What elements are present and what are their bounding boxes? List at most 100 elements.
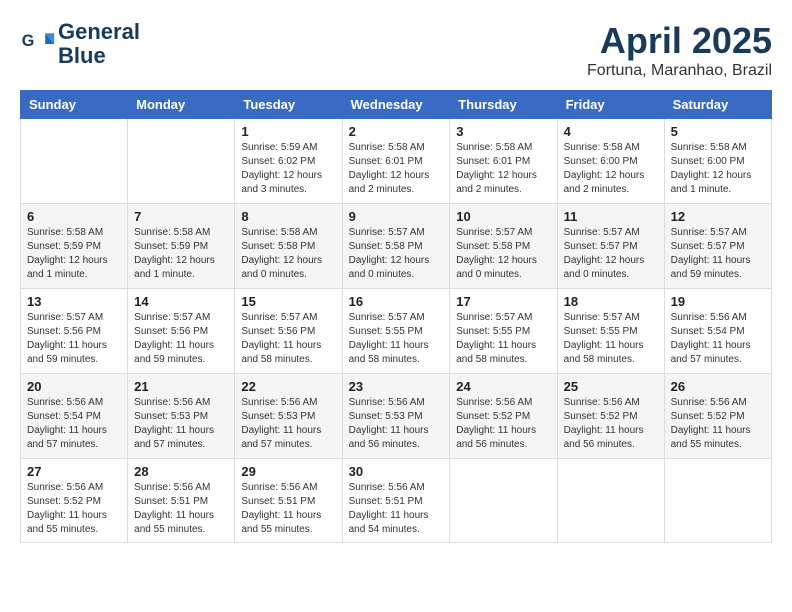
- day-info: Sunrise: 5:57 AM Sunset: 5:56 PM Dayligh…: [134, 311, 228, 367]
- svg-text:G: G: [22, 32, 35, 50]
- day-number: 2: [349, 124, 444, 139]
- logo-icon: G: [20, 26, 56, 62]
- day-number: 22: [241, 379, 335, 394]
- day-info: Sunrise: 5:57 AM Sunset: 5:55 PM Dayligh…: [564, 311, 658, 367]
- day-info: Sunrise: 5:57 AM Sunset: 5:57 PM Dayligh…: [564, 226, 658, 282]
- day-number: 19: [671, 294, 765, 309]
- day-number: 26: [671, 379, 765, 394]
- calendar-cell: 6 Sunrise: 5:58 AM Sunset: 5:59 PM Daylig…: [21, 204, 128, 289]
- day-header-saturday: Saturday: [664, 91, 771, 119]
- logo-line1: General: [58, 20, 140, 44]
- day-number: 3: [456, 124, 550, 139]
- day-header-tuesday: Tuesday: [235, 91, 342, 119]
- calendar-cell: [21, 119, 128, 204]
- month-year: April 2025: [587, 20, 772, 62]
- day-number: 4: [564, 124, 658, 139]
- day-number: 28: [134, 464, 228, 479]
- day-number: 6: [27, 209, 121, 224]
- day-number: 25: [564, 379, 658, 394]
- calendar-table: SundayMondayTuesdayWednesdayThursdayFrid…: [20, 90, 772, 543]
- day-number: 1: [241, 124, 335, 139]
- calendar-cell: 27 Sunrise: 5:56 AM Sunset: 5:52 PM Dayli…: [21, 459, 128, 543]
- day-header-monday: Monday: [128, 91, 235, 119]
- day-number: 16: [349, 294, 444, 309]
- title-block: April 2025 Fortuna, Maranhao, Brazil: [587, 20, 772, 80]
- day-info: Sunrise: 5:58 AM Sunset: 6:01 PM Dayligh…: [349, 141, 444, 197]
- calendar-cell: 1 Sunrise: 5:59 AM Sunset: 6:02 PM Daylig…: [235, 119, 342, 204]
- day-info: Sunrise: 5:57 AM Sunset: 5:58 PM Dayligh…: [456, 226, 550, 282]
- day-number: 15: [241, 294, 335, 309]
- day-number: 29: [241, 464, 335, 479]
- day-info: Sunrise: 5:58 AM Sunset: 5:59 PM Dayligh…: [27, 226, 121, 282]
- day-info: Sunrise: 5:56 AM Sunset: 5:52 PM Dayligh…: [564, 396, 658, 452]
- calendar-cell: 14 Sunrise: 5:57 AM Sunset: 5:56 PM Dayli…: [128, 289, 235, 374]
- calendar-cell: [664, 459, 771, 543]
- location: Fortuna, Maranhao, Brazil: [587, 62, 772, 80]
- day-number: 14: [134, 294, 228, 309]
- calendar-cell: 20 Sunrise: 5:56 AM Sunset: 5:54 PM Dayli…: [21, 374, 128, 459]
- calendar-cell: 5 Sunrise: 5:58 AM Sunset: 6:00 PM Daylig…: [664, 119, 771, 204]
- day-info: Sunrise: 5:56 AM Sunset: 5:53 PM Dayligh…: [349, 396, 444, 452]
- day-info: Sunrise: 5:56 AM Sunset: 5:52 PM Dayligh…: [27, 481, 121, 537]
- day-info: Sunrise: 5:57 AM Sunset: 5:56 PM Dayligh…: [241, 311, 335, 367]
- day-info: Sunrise: 5:56 AM Sunset: 5:51 PM Dayligh…: [349, 481, 444, 537]
- day-number: 5: [671, 124, 765, 139]
- calendar-cell: 4 Sunrise: 5:58 AM Sunset: 6:00 PM Daylig…: [557, 119, 664, 204]
- calendar-cell: 16 Sunrise: 5:57 AM Sunset: 5:55 PM Dayli…: [342, 289, 450, 374]
- day-info: Sunrise: 5:57 AM Sunset: 5:55 PM Dayligh…: [349, 311, 444, 367]
- day-info: Sunrise: 5:57 AM Sunset: 5:57 PM Dayligh…: [671, 226, 765, 282]
- day-info: Sunrise: 5:56 AM Sunset: 5:54 PM Dayligh…: [671, 311, 765, 367]
- day-number: 20: [27, 379, 121, 394]
- day-header-wednesday: Wednesday: [342, 91, 450, 119]
- day-info: Sunrise: 5:56 AM Sunset: 5:54 PM Dayligh…: [27, 396, 121, 452]
- calendar-cell: 23 Sunrise: 5:56 AM Sunset: 5:53 PM Dayli…: [342, 374, 450, 459]
- calendar-cell: 3 Sunrise: 5:58 AM Sunset: 6:01 PM Daylig…: [450, 119, 557, 204]
- calendar-cell: 21Sunrise: 5:56 AM Sunset: 5:53 PM Dayli…: [128, 374, 235, 459]
- day-number: 23: [349, 379, 444, 394]
- day-header-friday: Friday: [557, 91, 664, 119]
- day-number: 10: [456, 209, 550, 224]
- calendar-cell: 24 Sunrise: 5:56 AM Sunset: 5:52 PM Dayli…: [450, 374, 557, 459]
- day-number: 7: [134, 209, 228, 224]
- day-number: 8: [241, 209, 335, 224]
- day-info: Sunrise: 5:57 AM Sunset: 5:58 PM Dayligh…: [349, 226, 444, 282]
- calendar-cell: 22 Sunrise: 5:56 AM Sunset: 5:53 PM Dayli…: [235, 374, 342, 459]
- calendar-cell: 29Sunrise: 5:56 AM Sunset: 5:51 PM Dayli…: [235, 459, 342, 543]
- day-info: Sunrise: 5:58 AM Sunset: 6:01 PM Dayligh…: [456, 141, 550, 197]
- day-number: 24: [456, 379, 550, 394]
- calendar-cell: 2 Sunrise: 5:58 AM Sunset: 6:01 PM Daylig…: [342, 119, 450, 204]
- day-header-thursday: Thursday: [450, 91, 557, 119]
- calendar-cell: 13 Sunrise: 5:57 AM Sunset: 5:56 PM Dayli…: [21, 289, 128, 374]
- day-info: Sunrise: 5:56 AM Sunset: 5:53 PM Dayligh…: [241, 396, 335, 452]
- day-info: Sunrise: 5:58 AM Sunset: 6:00 PM Dayligh…: [564, 141, 658, 197]
- calendar-cell: 17Sunrise: 5:57 AM Sunset: 5:55 PM Dayli…: [450, 289, 557, 374]
- page-header: G General Blue April 2025 Fortuna, Maran…: [20, 20, 772, 80]
- calendar-cell: 11Sunrise: 5:57 AM Sunset: 5:57 PM Dayli…: [557, 204, 664, 289]
- calendar-cell: 30Sunrise: 5:56 AM Sunset: 5:51 PM Dayli…: [342, 459, 450, 543]
- calendar-cell: [128, 119, 235, 204]
- day-number: 21: [134, 379, 228, 394]
- day-info: Sunrise: 5:56 AM Sunset: 5:51 PM Dayligh…: [134, 481, 228, 537]
- calendar-cell: 10 Sunrise: 5:57 AM Sunset: 5:58 PM Dayli…: [450, 204, 557, 289]
- day-info: Sunrise: 5:56 AM Sunset: 5:52 PM Dayligh…: [671, 396, 765, 452]
- calendar-cell: 25 Sunrise: 5:56 AM Sunset: 5:52 PM Dayli…: [557, 374, 664, 459]
- calendar-cell: 26 Sunrise: 5:56 AM Sunset: 5:52 PM Dayli…: [664, 374, 771, 459]
- day-header-sunday: Sunday: [21, 91, 128, 119]
- logo-text: General Blue: [58, 20, 140, 68]
- day-info: Sunrise: 5:56 AM Sunset: 5:52 PM Dayligh…: [456, 396, 550, 452]
- day-number: 9: [349, 209, 444, 224]
- day-number: 12: [671, 209, 765, 224]
- calendar-header-row: SundayMondayTuesdayWednesdayThursdayFrid…: [21, 91, 772, 119]
- calendar-cell: 8 Sunrise: 5:58 AM Sunset: 5:58 PM Daylig…: [235, 204, 342, 289]
- calendar-cell: 9 Sunrise: 5:57 AM Sunset: 5:58 PM Daylig…: [342, 204, 450, 289]
- day-number: 27: [27, 464, 121, 479]
- day-info: Sunrise: 5:58 AM Sunset: 6:00 PM Dayligh…: [671, 141, 765, 197]
- calendar-cell: 15 Sunrise: 5:57 AM Sunset: 5:56 PM Dayli…: [235, 289, 342, 374]
- day-number: 13: [27, 294, 121, 309]
- day-number: 18: [564, 294, 658, 309]
- day-info: Sunrise: 5:59 AM Sunset: 6:02 PM Dayligh…: [241, 141, 335, 197]
- day-info: Sunrise: 5:58 AM Sunset: 5:58 PM Dayligh…: [241, 226, 335, 282]
- day-info: Sunrise: 5:57 AM Sunset: 5:56 PM Dayligh…: [27, 311, 121, 367]
- calendar-cell: 12 Sunrise: 5:57 AM Sunset: 5:57 PM Dayli…: [664, 204, 771, 289]
- calendar-cell: [450, 459, 557, 543]
